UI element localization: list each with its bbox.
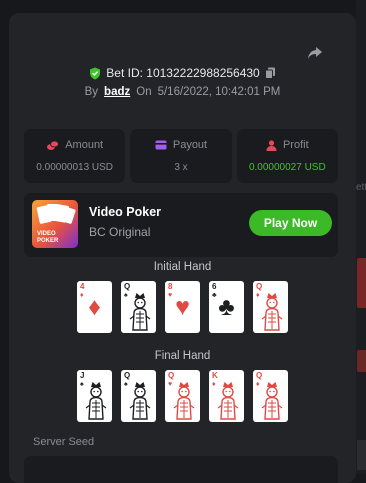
stat-profit-head: Profit [237, 139, 338, 151]
stat-amount: Amount 0.00000013 USD [24, 129, 126, 183]
playing-card: Q ♥ [165, 370, 200, 422]
game-card: VIDEO POKER Video Poker BC Original Play… [24, 193, 338, 257]
stat-amount-head: Amount [24, 139, 125, 151]
playing-card: 4 ♦ ♦ [77, 281, 112, 333]
initial-hand-label: Initial Hand [153, 261, 212, 273]
share-button[interactable] [305, 43, 325, 63]
card-rank: 8 [168, 282, 173, 291]
stat-profit: Profit 0.00000027 USD [236, 129, 338, 183]
playing-card: Q ♠ [121, 370, 156, 422]
background-block [357, 440, 366, 470]
by-label: By [84, 86, 99, 98]
final-hand-label: Final Hand [154, 350, 211, 362]
game-subtitle: BC Original [89, 225, 151, 239]
playing-card: K ♦ [209, 370, 244, 422]
bet-meta-row: By badz On 5/16/2022, 10:42:01 PM [9, 86, 356, 98]
stat-payout-label: Payout [172, 139, 208, 151]
coins-icon [47, 140, 60, 150]
user-profit-icon [266, 139, 277, 151]
thumb-text-2: POKER [37, 238, 59, 244]
playing-card: 6 ♣ ♣ [209, 281, 244, 333]
stat-profit-value: 0.00000027 USD [248, 162, 326, 173]
background-peek-text: ett [356, 182, 366, 193]
stat-profit-label: Profit [282, 139, 309, 151]
playing-card: Q ♦ [253, 281, 288, 333]
bet-id-row: Bet ID: 10132222988256430 [9, 66, 356, 80]
initial-hand: 4 ♦ ♦ Q ♠ 8 ♥ ♥ 6 ♣ ♣ Q ♦ [9, 281, 356, 333]
card-suit-pip: ♦ [88, 293, 101, 321]
card-payout-icon [155, 140, 167, 150]
card-rank: 4 [80, 282, 85, 291]
face-card-figure-icon [261, 293, 283, 331]
server-seed-field[interactable] [24, 456, 338, 483]
share-icon [308, 47, 322, 59]
stat-amount-label: Amount [65, 139, 104, 151]
bet-id-text: Bet ID: 10132222988256430 [106, 66, 260, 80]
server-seed-label: Server Seed [33, 436, 95, 448]
face-card-figure-icon [129, 293, 151, 331]
shield-check-icon [90, 67, 101, 79]
bet-date: 5/16/2022, 10:42:01 PM [157, 86, 281, 98]
backdrop [356, 0, 366, 474]
face-card-figure-icon [129, 382, 151, 420]
face-card-figure-icon [217, 382, 239, 420]
stat-payout-value: 3 x [174, 162, 188, 173]
stat-amount-value: 0.00000013 USD [36, 162, 114, 173]
thumb-text-1: VIDEO [37, 231, 56, 237]
final-hand: J ♠ Q ♠ Q ♥ K ♦ Q ♦ [9, 370, 356, 422]
face-card-figure-icon [173, 382, 195, 420]
playing-card: J ♠ [77, 370, 112, 422]
copy-icon[interactable] [264, 67, 276, 79]
playing-card: 8 ♥ ♥ [165, 281, 200, 333]
playing-card: Q ♦ [253, 370, 288, 422]
bet-details-modal: Bet ID: 10132222988256430 By badz On 5/1… [9, 13, 356, 483]
on-label: On [136, 86, 152, 98]
username-link[interactable]: badz [104, 86, 130, 98]
stat-payout-head: Payout [130, 139, 231, 151]
game-name: Video Poker [89, 205, 162, 219]
card-rank: 6 [212, 282, 217, 291]
play-now-button[interactable]: Play Now [249, 210, 332, 236]
background-red-element-2 [357, 350, 366, 372]
stat-payout: Payout 3 x [130, 129, 232, 183]
face-card-figure-icon [261, 382, 283, 420]
card-suit-pip: ♣ [218, 293, 235, 321]
face-card-figure-icon [85, 382, 107, 420]
bet-stats: Amount 0.00000013 USD Payout 3 x Profit [24, 129, 338, 183]
background-red-element [357, 258, 366, 308]
playing-card: Q ♠ [121, 281, 156, 333]
video-poker-thumbnail: VIDEO POKER [32, 200, 78, 248]
card-suit-pip: ♥ [175, 293, 190, 321]
